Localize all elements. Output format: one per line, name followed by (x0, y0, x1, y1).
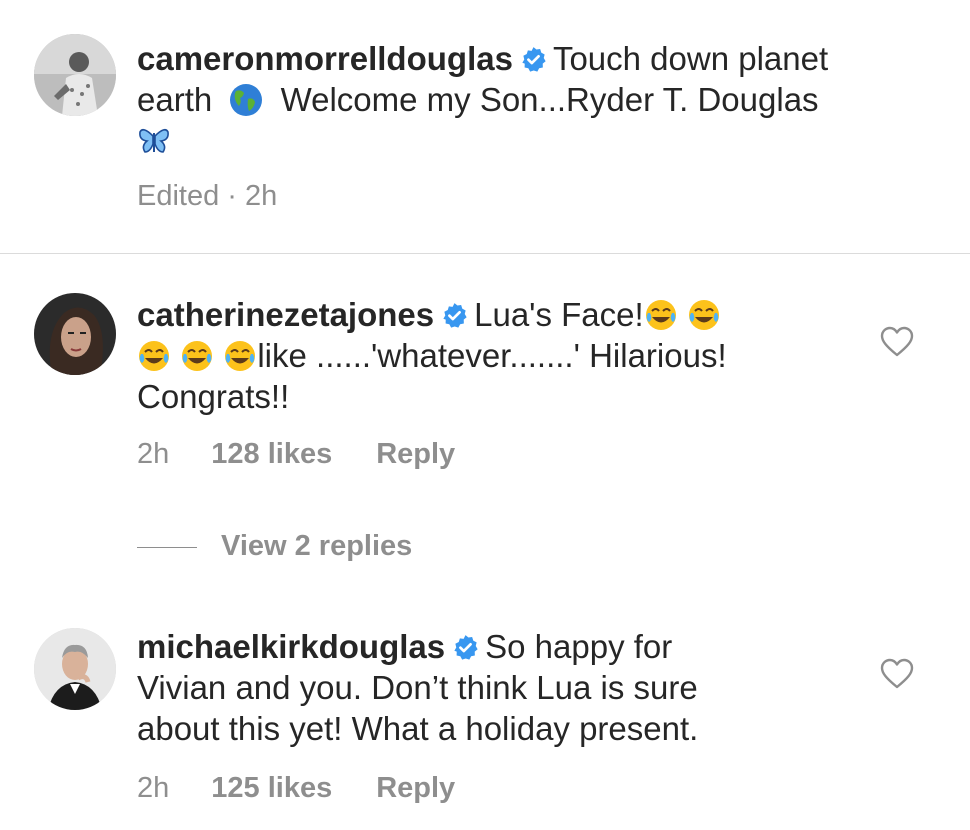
comment-text-1: So happy for (485, 628, 673, 665)
verified-badge-icon (454, 635, 478, 660)
avatar[interactable] (34, 34, 116, 116)
comment-text-3: Congrats!! (137, 378, 290, 415)
comment-meta: 2h 125 likes Reply (137, 772, 455, 805)
comment-text-1: Touch down planet (552, 40, 829, 77)
username[interactable]: cameronmorrelldouglas (137, 40, 513, 77)
avatar[interactable] (34, 628, 116, 710)
tears-of-joy-emoji-icon (139, 341, 169, 371)
tears-of-joy-emoji-icon (225, 341, 256, 371)
globe-emoji-icon (230, 84, 263, 116)
comment-body: catherinezetajones Lua's Face! like .....… (137, 294, 877, 417)
comment-time: 2h (137, 772, 170, 804)
avatar[interactable] (34, 293, 116, 375)
replies-line (137, 546, 197, 548)
butterfly-emoji-icon (139, 128, 169, 153)
likes-count[interactable]: 128 likes (211, 438, 332, 471)
comment-time: 2h (137, 438, 170, 470)
view-replies-label: View 2 replies (221, 530, 413, 562)
comment-text-2: like ......'whatever.......' Hilarious! (257, 337, 727, 374)
likes-count[interactable]: 125 likes (211, 772, 332, 805)
comment-meta: Edited · 2h (137, 180, 277, 213)
edited-label: Edited (137, 180, 220, 212)
divider (0, 253, 970, 254)
comment-text-2: Vivian and you. Don’t think Lua is sure (137, 669, 698, 706)
comment-meta: 2h 128 likes Reply (137, 438, 455, 471)
heart-icon[interactable] (880, 658, 914, 690)
view-replies-button[interactable]: View 2 replies (137, 530, 412, 563)
heart-icon[interactable] (880, 326, 914, 358)
comment-time: 2h (245, 180, 278, 212)
reply-button[interactable]: Reply (376, 438, 455, 471)
username[interactable]: catherinezetajones (137, 296, 434, 333)
tears-of-joy-emoji-icon (688, 300, 719, 330)
username[interactable]: michaelkirkdouglas (137, 628, 445, 665)
verified-badge-icon (522, 47, 546, 72)
comment-text-1: Lua's Face! (474, 296, 644, 333)
tears-of-joy-emoji-icon (645, 300, 676, 330)
comment-text-3: Welcome my Son...Ryder T. Douglas (280, 81, 819, 118)
meta-separator: · (219, 180, 246, 212)
verified-badge-icon (443, 303, 467, 328)
comment-body: cameronmorrelldouglas Touch down planet e… (137, 38, 877, 161)
tears-of-joy-emoji-icon (182, 341, 213, 371)
comment-text-2: earth (137, 81, 213, 118)
comment-body: michaelkirkdouglas So happy for Vivian an… (137, 626, 877, 749)
comment-text-3: about this yet! What a holiday present. (137, 710, 699, 747)
reply-button[interactable]: Reply (376, 772, 455, 805)
